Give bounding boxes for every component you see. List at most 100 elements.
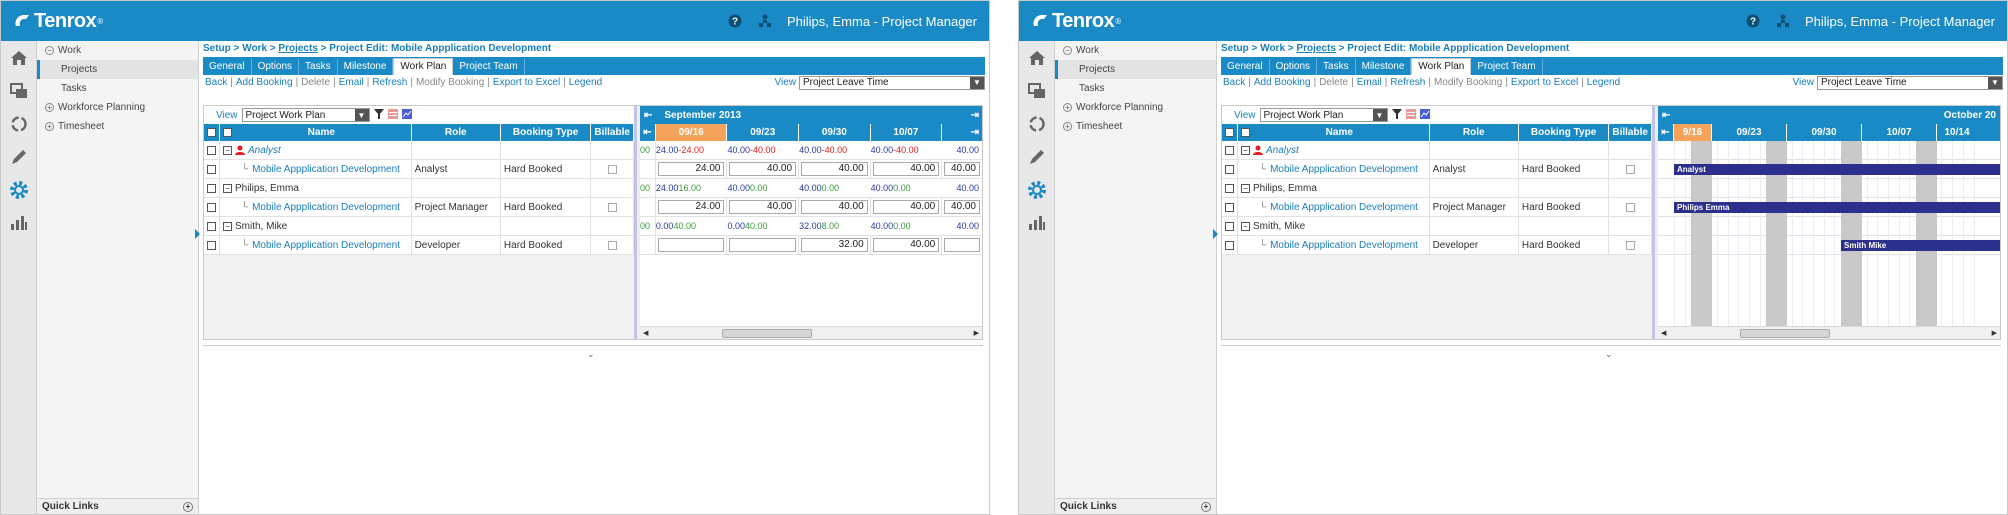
table-row[interactable]: └ Mobile Appplication Development Analyst…	[1222, 160, 1652, 179]
nav-item-work[interactable]: − Work	[37, 41, 198, 60]
tab-tasks[interactable]: Tasks	[1317, 59, 1356, 75]
quick-links-bar[interactable]: Quick Links +	[1055, 498, 1216, 514]
nav-item-workforce-planning[interactable]: + Workforce Planning	[37, 98, 198, 117]
next-week-arrow-icon[interactable]: ⇥	[942, 124, 982, 141]
home-icon[interactable]	[1019, 41, 1054, 74]
hours-input[interactable]	[729, 238, 797, 252]
billable-checkbox[interactable]	[1625, 202, 1635, 212]
scroll-right-icon[interactable]: ▶	[974, 329, 979, 337]
row-checkbox[interactable]	[1225, 221, 1234, 231]
select-all-checkbox[interactable]	[207, 128, 216, 137]
reports-chart-icon[interactable]	[1, 206, 36, 239]
hours-input[interactable]	[944, 238, 980, 252]
booking-bar[interactable]: Smith Mike	[1841, 240, 2000, 251]
hours-input[interactable]: 40.00	[872, 238, 940, 252]
filter-icon[interactable]	[373, 108, 384, 122]
week-col[interactable]: 09/16	[655, 124, 728, 141]
tab-options[interactable]: Options	[1270, 59, 1318, 75]
leave-view-select[interactable]: Project Leave Time ▼	[799, 75, 985, 90]
settings-gear-icon[interactable]	[1, 173, 36, 206]
hours-input[interactable]: 32.00	[801, 238, 868, 252]
row-checkbox[interactable]	[1225, 183, 1234, 193]
prev-week-arrow-icon[interactable]: ⇤	[1658, 124, 1674, 141]
prev-period-arrow-icon[interactable]: ⇤	[640, 110, 656, 121]
export-excel-link[interactable]: Export to Excel	[493, 77, 560, 88]
work-plan-view-select[interactable]: Project Work Plan ▼	[241, 108, 370, 122]
collapse-icon[interactable]: −	[223, 221, 232, 231]
tab-options[interactable]: Options	[252, 59, 300, 75]
add-quick-link-icon[interactable]: +	[183, 501, 193, 512]
prev-week-arrow-icon[interactable]: ⇤	[640, 124, 656, 141]
row-checkbox[interactable]	[207, 183, 216, 193]
panel-collapse-arrow-icon[interactable]	[195, 229, 200, 239]
nav-item-tasks[interactable]: Tasks	[1055, 79, 1216, 98]
scroll-thumb[interactable]	[1740, 328, 1830, 338]
row-checkbox[interactable]	[207, 202, 216, 212]
billable-checkbox[interactable]	[607, 164, 617, 174]
work-plan-view-select[interactable]: Project Work Plan ▼	[1259, 108, 1388, 122]
nav-item-projects[interactable]: Projects	[1055, 60, 1216, 79]
grid-options-icon[interactable]	[1405, 108, 1416, 122]
quick-links-bar[interactable]: Quick Links +	[37, 498, 198, 514]
collapse-icon[interactable]: −	[223, 145, 232, 155]
tab-tasks[interactable]: Tasks	[299, 59, 338, 75]
help-icon[interactable]: ?	[727, 13, 743, 29]
crumb-projects[interactable]: Projects	[278, 43, 317, 54]
row-checkbox[interactable]	[207, 145, 216, 155]
billable-checkbox[interactable]	[1625, 164, 1635, 174]
crumb-work[interactable]: Work	[1260, 43, 1285, 54]
booking-bar[interactable]: Analyst	[1674, 164, 2000, 175]
nav-item-work[interactable]: − Work	[1055, 41, 1216, 60]
settings-gear-icon[interactable]	[1019, 173, 1054, 206]
booking-bar[interactable]: Philips Emma	[1674, 202, 2000, 213]
hours-input[interactable]: 24.00	[657, 162, 725, 176]
crumb-setup[interactable]: Setup	[1221, 43, 1249, 54]
projects-icon[interactable]	[1, 74, 36, 107]
table-row[interactable]: └ Mobile Appplication Development Develop…	[1222, 236, 1652, 255]
refresh-cycle-icon[interactable]	[1, 107, 36, 140]
pencil-icon[interactable]	[1019, 140, 1054, 173]
projects-icon[interactable]	[1019, 74, 1054, 107]
row-checkbox[interactable]	[207, 240, 216, 250]
scroll-left-icon[interactable]: ◀	[1661, 329, 1666, 337]
table-row[interactable]: − Analyst	[204, 141, 634, 160]
nav-item-timesheet[interactable]: + Timesheet	[37, 117, 198, 136]
hours-input[interactable]: 40.00	[872, 162, 940, 176]
col-role[interactable]: Role	[412, 124, 501, 141]
table-row[interactable]: − Smith, Mike	[1222, 217, 1652, 236]
tab-milestone[interactable]: Milestone	[338, 59, 394, 75]
filter-icon[interactable]	[1391, 108, 1402, 122]
crumb-work[interactable]: Work	[242, 43, 267, 54]
week-col[interactable]: 09/30	[1787, 124, 1862, 141]
collapse-all-icon[interactable]: −	[1241, 128, 1250, 137]
hours-input[interactable]: 40.00	[729, 162, 797, 176]
tenrox-logo[interactable]: Tenrox ®	[1031, 10, 1121, 33]
table-row[interactable]: └ Mobile Appplication Development Analyst…	[204, 160, 634, 179]
collapse-icon[interactable]: −	[1241, 145, 1250, 155]
table-row[interactable]: − Smith, Mike	[204, 217, 634, 236]
add-booking-link[interactable]: Add Booking	[236, 77, 293, 88]
collapse-icon[interactable]: −	[1241, 183, 1250, 193]
scroll-left-icon[interactable]: ◀	[643, 329, 648, 337]
table-row[interactable]: − Analyst	[1222, 141, 1652, 160]
panel-collapse-arrow-icon[interactable]	[1213, 229, 1218, 239]
collapse-all-icon[interactable]: −	[223, 128, 232, 137]
hours-input[interactable]: 40.00	[729, 200, 797, 214]
nav-item-tasks[interactable]: Tasks	[37, 79, 198, 98]
expand-panel-chevron-icon[interactable]: ⌄	[1605, 349, 1613, 360]
add-quick-link-icon[interactable]: +	[1201, 501, 1211, 512]
help-icon[interactable]: ?	[1745, 13, 1761, 29]
col-booking-type[interactable]: Booking Type	[501, 124, 592, 141]
week-col[interactable]: 10/14	[1937, 124, 1977, 141]
email-link[interactable]: Email	[1357, 77, 1382, 88]
table-row[interactable]: └ Mobile Appplication Development Develop…	[204, 236, 634, 255]
crumb-projects[interactable]: Projects	[1296, 43, 1335, 54]
back-link[interactable]: Back	[1223, 77, 1245, 88]
week-col[interactable]: 9/16	[1674, 124, 1712, 141]
hours-input[interactable]: 40.00	[801, 162, 868, 176]
hours-input[interactable]	[657, 238, 725, 252]
tab-project-team[interactable]: Project Team	[1471, 59, 1543, 75]
nav-item-timesheet[interactable]: + Timesheet	[1055, 117, 1216, 136]
billable-checkbox[interactable]	[607, 202, 617, 212]
hours-input[interactable]: 40.00	[801, 200, 868, 214]
